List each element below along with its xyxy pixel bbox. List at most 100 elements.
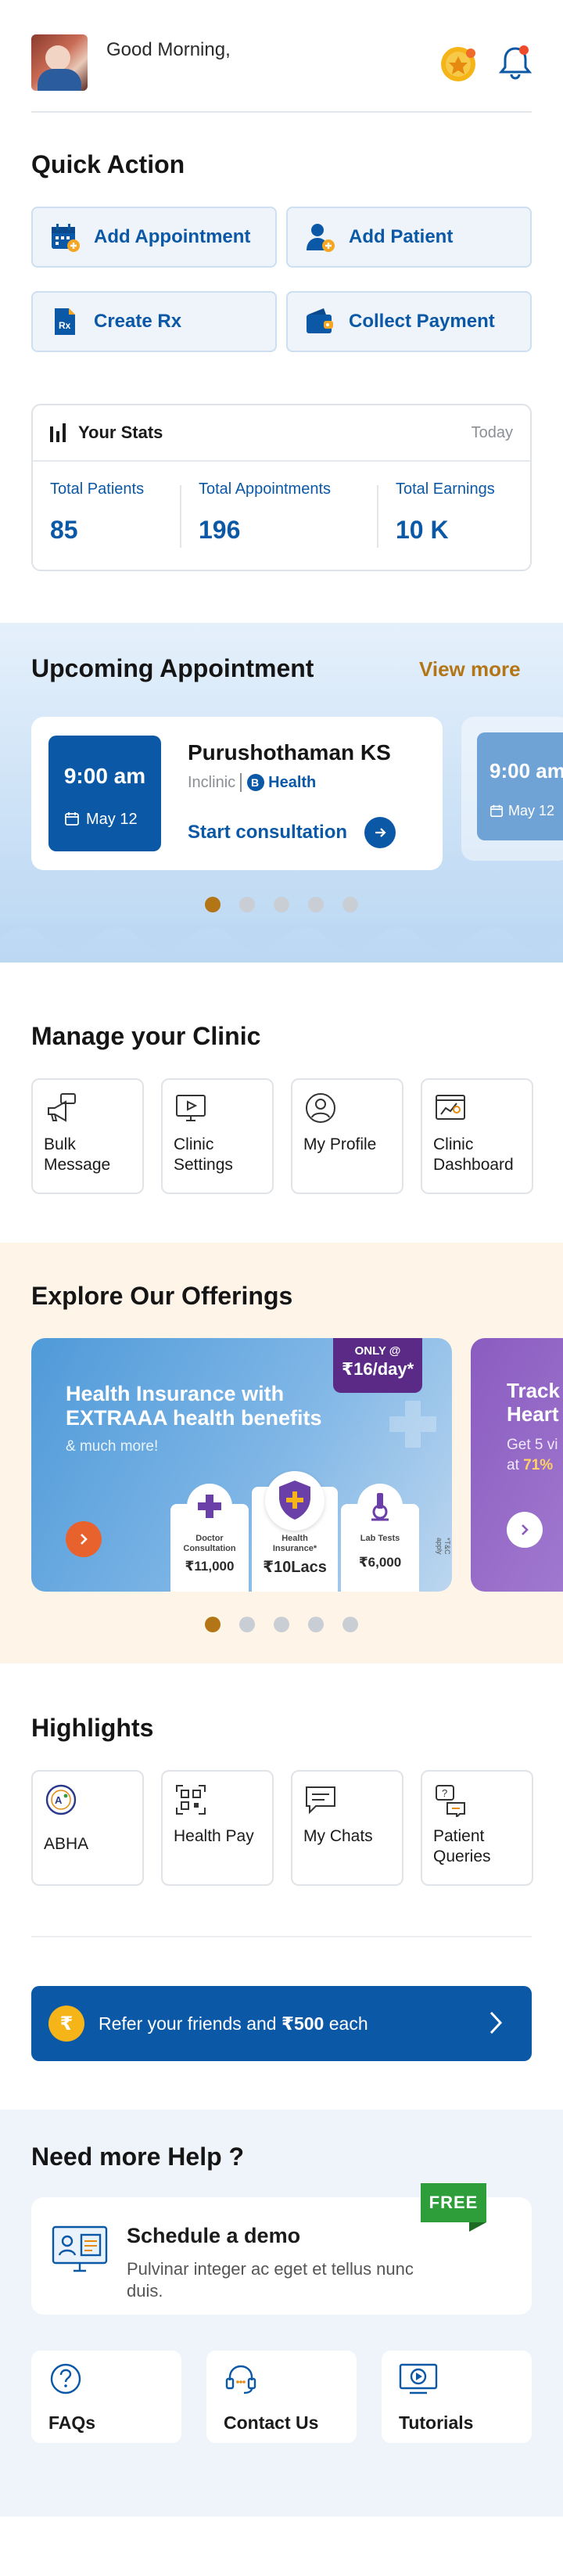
carousel-dot[interactable] xyxy=(239,1617,255,1632)
health-shield-icon xyxy=(265,1471,325,1531)
clinic-type: Inclinic xyxy=(188,773,236,791)
start-consultation-button[interactable]: Start consultation xyxy=(188,817,396,848)
stat-value: 85 xyxy=(50,516,78,544)
clinic-dashboard-tile[interactable]: Clinic Dashboard xyxy=(421,1078,533,1194)
carousel-dot[interactable] xyxy=(342,897,358,912)
wallet-icon xyxy=(303,305,336,338)
feature-card: Doctor Consultation ₹11,000 xyxy=(170,1484,249,1592)
offer-arrow-button[interactable] xyxy=(507,1512,543,1548)
view-more-link[interactable]: View more xyxy=(419,657,521,682)
stat-label: Total Appointments xyxy=(199,480,331,498)
carousel-dot[interactable] xyxy=(274,897,289,912)
question-chat-icon: ? xyxy=(433,1783,468,1819)
appointment-date: May 12 xyxy=(86,811,138,828)
contact-us-card[interactable]: Contact Us xyxy=(206,2351,357,2443)
stat-value: 196 xyxy=(199,516,241,544)
refer-text: Refer your friends and ₹500 each xyxy=(99,2013,368,2035)
help-title: Need more Help ? xyxy=(31,2142,245,2171)
tutorials-card[interactable]: Tutorials xyxy=(382,2351,532,2443)
carousel-dot[interactable] xyxy=(205,897,221,912)
refer-text-suffix: each xyxy=(324,2013,368,2034)
calendar-icon xyxy=(489,804,504,818)
profile-icon xyxy=(303,1091,338,1125)
offerings-title: Explore Our Offerings xyxy=(31,1282,293,1310)
health-pay-tile[interactable]: Health Pay xyxy=(161,1770,274,1886)
highlights-title: Highlights xyxy=(31,1714,154,1742)
offer-arrow-button[interactable] xyxy=(66,1521,102,1557)
appointment-card-next[interactable]: 9:00 am May 12 xyxy=(461,717,563,861)
manage-clinic-title: Manage your Clinic xyxy=(31,1022,261,1050)
arrow-right-icon xyxy=(364,817,396,848)
offer-subtitle: & much more! xyxy=(66,1438,159,1455)
appointment-card[interactable]: 9:00 am May 12 Purushothaman KS Inclinic… xyxy=(31,717,443,870)
coin-icon[interactable] xyxy=(436,42,480,86)
qr-code-icon xyxy=(174,1783,208,1817)
help-card-label: Contact Us xyxy=(224,2412,319,2433)
stat-total-earnings: Total Earnings 10 K xyxy=(396,480,495,545)
add-patient-button[interactable]: Add Patient xyxy=(286,207,532,268)
carousel-dot[interactable] xyxy=(342,1617,358,1632)
demo-presentation-icon xyxy=(52,2225,108,2272)
tile-label: Health Pay xyxy=(174,1827,254,1845)
appointment-date-row: May 12 xyxy=(64,811,138,829)
track-heart-offer-card[interactable]: Track Heart Get 5 vi at 71% xyxy=(471,1338,563,1592)
my-chats-tile[interactable]: My Chats xyxy=(291,1770,403,1886)
bulk-message-tile[interactable]: Bulk Message xyxy=(31,1078,144,1194)
carousel-dot[interactable] xyxy=(308,897,324,912)
stat-divider xyxy=(377,485,378,548)
feature-price: ₹6,000 xyxy=(358,1555,402,1570)
carousel-dot[interactable] xyxy=(274,1617,289,1632)
faqs-card[interactable]: FAQs xyxy=(31,2351,181,2443)
notification-bell-icon[interactable] xyxy=(496,42,535,81)
prescription-icon: Rx xyxy=(48,305,81,338)
clinic-settings-tile[interactable]: Clinic Settings xyxy=(161,1078,274,1194)
tile-label: Bulk Message xyxy=(44,1135,111,1174)
bar-chart-icon xyxy=(50,423,66,442)
demo-title: Schedule a demo xyxy=(127,2224,301,2247)
offer-subtitle-line: Get 5 vi xyxy=(507,1437,558,1453)
demo-subtitle: Pulvinar integer ac eget et tellus nunc … xyxy=(127,2259,414,2301)
abha-logo-icon: A xyxy=(44,1783,78,1817)
tile-label: Clinic Dashboard xyxy=(433,1135,514,1174)
offer-title-bold: Health Insurance xyxy=(66,1382,236,1405)
create-rx-label: Create Rx xyxy=(94,311,182,332)
add-appointment-button[interactable]: Add Appointment xyxy=(31,207,277,268)
chevron-right-icon xyxy=(522,1524,529,1535)
svg-text:B: B xyxy=(251,776,259,789)
collect-payment-button[interactable]: Collect Payment xyxy=(286,291,532,352)
patient-queries-tile[interactable]: ? Patient Queries xyxy=(421,1770,533,1886)
carousel-dot[interactable] xyxy=(308,1617,324,1632)
badge-price: ₹16/day* xyxy=(341,1359,414,1379)
doctor-consult-icon xyxy=(187,1484,232,1529)
question-circle-icon xyxy=(50,2363,81,2394)
offer-title: Track Heart xyxy=(507,1379,560,1426)
appointment-date-row: May 12 xyxy=(489,803,554,819)
appointment-time: 9:00 am xyxy=(489,759,563,783)
user-avatar[interactable] xyxy=(31,34,88,91)
my-profile-tile[interactable]: My Profile xyxy=(291,1078,403,1194)
abha-tile[interactable]: A ABHA xyxy=(31,1770,144,1886)
section-divider xyxy=(31,1936,532,1937)
appointment-time-block: 9:00 am May 12 xyxy=(48,736,161,851)
tile-label: My Chats xyxy=(303,1827,373,1845)
carousel-dot[interactable] xyxy=(205,1617,221,1632)
create-rx-button[interactable]: Rx Create Rx xyxy=(31,291,277,352)
appointment-carousel-dots xyxy=(205,897,358,912)
offer-subtitle-prefix: at xyxy=(507,1457,524,1473)
refer-amount: ₹500 xyxy=(281,2013,325,2034)
stats-title: Your Stats xyxy=(78,423,163,442)
price-badge: ONLY @ ₹16/day* xyxy=(333,1338,422,1393)
health-brand: B Health xyxy=(246,773,316,792)
chat-icon xyxy=(303,1783,338,1817)
rupee-coin-icon: ₹ xyxy=(48,2006,84,2042)
health-insurance-offer-card[interactable]: Health Insurance with EXTRAAA health ben… xyxy=(31,1338,452,1592)
greeting-text: Good Morning, xyxy=(106,39,231,60)
quick-action-title: Quick Action xyxy=(31,150,185,178)
carousel-dot[interactable] xyxy=(239,897,255,912)
tile-label: Patient Queries xyxy=(433,1827,491,1865)
feature-card: Health Insurance* ₹10Lacs xyxy=(252,1471,338,1592)
stats-period[interactable]: Today xyxy=(472,424,513,442)
app-header: Good Morning, xyxy=(31,31,535,113)
video-play-icon xyxy=(399,2363,438,2394)
refer-friends-banner[interactable]: ₹ Refer your friends and ₹500 each xyxy=(31,1986,532,2061)
